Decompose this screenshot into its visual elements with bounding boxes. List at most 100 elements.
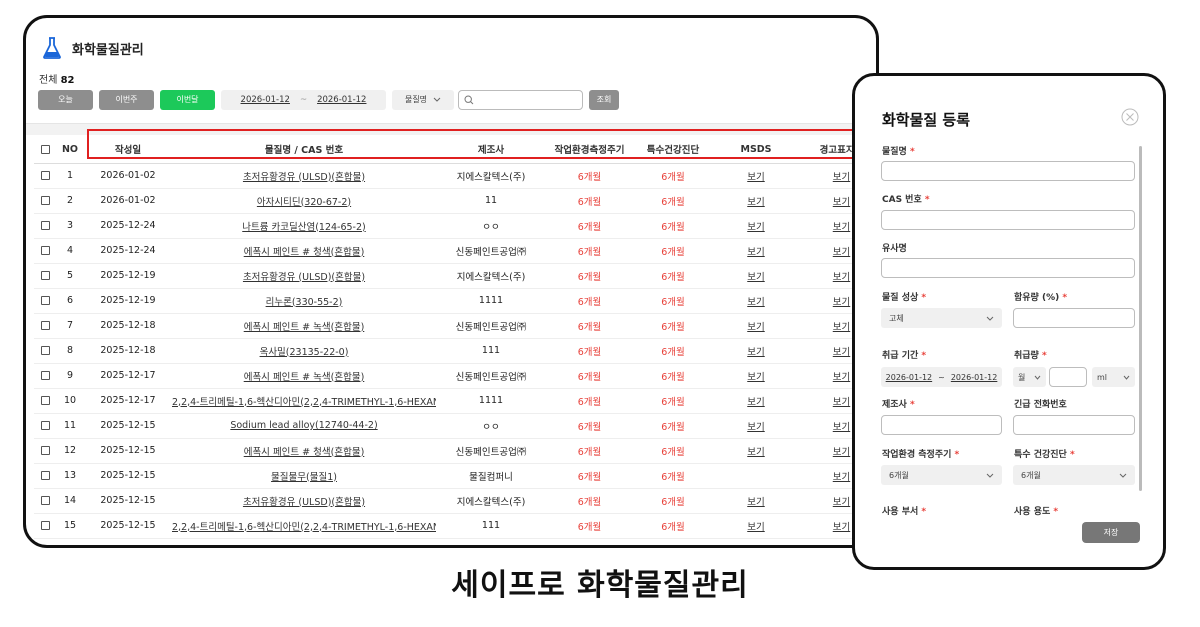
- row-checkbox-cell[interactable]: [34, 438, 56, 464]
- amount-input[interactable]: [1049, 367, 1087, 387]
- env-cycle-select[interactable]: 6개월: [881, 465, 1002, 485]
- row-checkbox[interactable]: [40, 171, 50, 180]
- row-checkbox[interactable]: [40, 471, 50, 480]
- row-checkbox[interactable]: [40, 246, 50, 255]
- row-name-link[interactable]: 옥사밀(23135-22-0): [172, 338, 436, 364]
- state-select[interactable]: 고체: [881, 308, 1002, 328]
- row-checkbox-cell[interactable]: [34, 363, 56, 389]
- row-msds-link[interactable]: 보기: [713, 288, 799, 314]
- period-picker[interactable]: 2026-01-12 ~ 2026-01-12: [881, 367, 1002, 387]
- table-row[interactable]: 14 2025-12-15 초저유황경유 (ULSD)(혼합물) 지에스칼텍스(주) 6…: [34, 488, 876, 514]
- row-name-link[interactable]: Sodium lead alloy(12740-44-2): [172, 413, 436, 439]
- row-name-link[interactable]: 초저유황경유 (ULSD)(혼합물): [172, 488, 436, 514]
- row-checkbox[interactable]: [40, 196, 50, 205]
- close-icon[interactable]: [1121, 108, 1139, 126]
- row-msds-link[interactable]: 보기: [713, 238, 799, 264]
- row-msds-link[interactable]: 보기: [713, 413, 799, 439]
- amount-unit-select[interactable]: ml: [1092, 367, 1135, 387]
- row-name-link[interactable]: 초저유황경유 (ULSD)(혼합물): [172, 163, 436, 189]
- row-msds-link[interactable]: 보기: [713, 438, 799, 464]
- row-name-link[interactable]: 에폭시 페인트 # 청색(혼합물): [172, 438, 436, 464]
- row-msds-link[interactable]: 보기: [713, 488, 799, 514]
- table-row[interactable]: 9 2025-12-17 에폭시 페인트 # 녹색(혼합물) 신동페인트공업㈜ 6개월 6…: [34, 363, 876, 389]
- table-row[interactable]: 15 2025-12-15 2,2,4-트리메틸-1,6-헥산디아민(2,2,4-T…: [34, 513, 876, 539]
- row-checkbox-cell[interactable]: [34, 238, 56, 264]
- row-checkbox-cell[interactable]: [34, 338, 56, 364]
- this-week-button[interactable]: 이번주: [99, 89, 154, 110]
- row-checkbox-cell[interactable]: [34, 313, 56, 339]
- row-checkbox-cell[interactable]: [34, 388, 56, 414]
- row-checkbox-cell[interactable]: [34, 163, 56, 189]
- row-name-link[interactable]: 물질물무(물질1): [172, 463, 436, 489]
- row-checkbox-cell[interactable]: [34, 263, 56, 289]
- table-row[interactable]: 12 2025-12-15 에폭시 페인트 # 청색(혼합물) 신동페인트공업㈜ 6개월…: [34, 438, 876, 464]
- row-checkbox-cell[interactable]: [34, 213, 56, 239]
- save-button[interactable]: 저장: [1082, 522, 1140, 543]
- row-name-link[interactable]: 에폭시 페인트 # 청색(혼합물): [172, 238, 436, 264]
- row-checkbox[interactable]: [40, 446, 50, 455]
- row-name-link[interactable]: 초저유황경유 (ULSD)(혼합물): [172, 263, 436, 289]
- row-checkbox[interactable]: [40, 296, 50, 305]
- substance-name-input[interactable]: [881, 161, 1135, 181]
- row-checkbox[interactable]: [40, 521, 50, 530]
- table-row[interactable]: 7 2025-12-18 에폭시 페인트 # 녹색(혼합물) 신동페인트공업㈜ 6개월 6…: [34, 313, 876, 339]
- row-checkbox-cell[interactable]: [34, 288, 56, 314]
- row-msds-link[interactable]: 보기: [713, 388, 799, 414]
- row-msds-link[interactable]: 보기: [713, 513, 799, 539]
- row-msds-link[interactable]: 보기: [713, 338, 799, 364]
- row-name-link[interactable]: 에폭시 페인트 # 녹색(혼합물): [172, 313, 436, 339]
- row-checkbox[interactable]: [40, 346, 50, 355]
- table-row[interactable]: 11 2025-12-15 Sodium lead alloy(12740-44-2…: [34, 413, 876, 439]
- row-name-link[interactable]: 나트륨 카코딜산염(124-65-2): [172, 213, 436, 239]
- row-name-link[interactable]: 리누론(330-55-2): [172, 288, 436, 314]
- table-row[interactable]: 8 2025-12-18 옥사밀(23135-22-0) 111 6개월 6개월 보기 보기: [34, 338, 876, 364]
- today-button[interactable]: 오늘: [38, 89, 93, 110]
- row-name-link[interactable]: 2,2,4-트리메틸-1,6-헥산디아민(2,2,4-TRIMETHYL-1,6…: [172, 513, 436, 539]
- row-checkbox-cell[interactable]: [34, 513, 56, 539]
- row-checkbox-cell[interactable]: [34, 463, 56, 489]
- row-name-link[interactable]: 에폭시 페인트 # 녹색(혼합물): [172, 363, 436, 389]
- table-row[interactable]: 5 2025-12-19 초저유황경유 (ULSD)(혼합물) 지에스칼텍스(주) 6개…: [34, 263, 876, 289]
- row-msds-link[interactable]: 보기: [713, 363, 799, 389]
- row-checkbox[interactable]: [40, 271, 50, 280]
- table-row[interactable]: 2 2026-01-02 아자시티딘(320-67-2) 11 6개월 6개월 보기 보기: [34, 188, 876, 214]
- row-checkbox[interactable]: [40, 496, 50, 505]
- date-to[interactable]: 2026-01-12: [317, 95, 366, 105]
- date-range-picker[interactable]: 2026-01-12 ~ 2026-01-12: [221, 89, 386, 110]
- table-row[interactable]: 1 2026-01-02 초저유황경유 (ULSD)(혼합물) 지에스칼텍스(주) 6개…: [34, 163, 876, 189]
- row-checkbox[interactable]: [40, 321, 50, 330]
- emergency-input[interactable]: [1013, 415, 1135, 435]
- row-msds-link[interactable]: 보기: [713, 213, 799, 239]
- row-checkbox-cell[interactable]: [34, 188, 56, 214]
- row-checkbox[interactable]: [40, 371, 50, 380]
- row-msds-link[interactable]: 보기: [713, 263, 799, 289]
- row-msds-link[interactable]: 보기: [713, 188, 799, 214]
- period-to[interactable]: 2026-01-12: [951, 373, 998, 382]
- date-from[interactable]: 2026-01-12: [241, 95, 290, 105]
- row-checkbox[interactable]: [40, 221, 50, 230]
- row-checkbox[interactable]: [40, 396, 50, 405]
- this-month-button[interactable]: 이번달: [160, 89, 215, 110]
- content-input[interactable]: [1013, 308, 1135, 328]
- row-msds-link[interactable]: [713, 463, 799, 489]
- search-input[interactable]: [458, 89, 583, 110]
- row-name-link[interactable]: 아자시티딘(320-67-2): [172, 188, 436, 214]
- row-name-link[interactable]: 2,2,4-트리메틸-1,6-헥산디아민(2,2,4-TRIMETHYL-1,6…: [172, 388, 436, 414]
- row-msds-link[interactable]: 보기: [713, 163, 799, 189]
- table-row[interactable]: 10 2025-12-17 2,2,4-트리메틸-1,6-헥산디아민(2,2,4-T…: [34, 388, 876, 414]
- row-checkbox[interactable]: [40, 421, 50, 430]
- table-row[interactable]: 3 2025-12-24 나트륨 카코딜산염(124-65-2) ㅇㅇ 6개월 6개월 보기…: [34, 213, 876, 239]
- table-row[interactable]: 13 2025-12-15 물질물무(물질1) 물질컴퍼니 6개월 6개월 보기: [34, 463, 876, 489]
- modal-scrollbar[interactable]: [1139, 146, 1142, 491]
- period-from[interactable]: 2026-01-12: [886, 373, 933, 382]
- cas-input[interactable]: [881, 210, 1135, 230]
- row-checkbox-cell[interactable]: [34, 413, 56, 439]
- row-msds-link[interactable]: 보기: [713, 313, 799, 339]
- query-button[interactable]: 조회: [589, 89, 619, 110]
- row-checkbox-cell[interactable]: [34, 488, 56, 514]
- search-field-select[interactable]: 물질명: [392, 89, 454, 110]
- table-row[interactable]: 6 2025-12-19 리누론(330-55-2) 1111 6개월 6개월 보기 보기: [34, 288, 876, 314]
- table-row[interactable]: 4 2025-12-24 에폭시 페인트 # 청색(혼합물) 신동페인트공업㈜ 6개월 6…: [34, 238, 876, 264]
- select-all-checkbox[interactable]: [34, 136, 56, 164]
- maker-input[interactable]: [881, 415, 1002, 435]
